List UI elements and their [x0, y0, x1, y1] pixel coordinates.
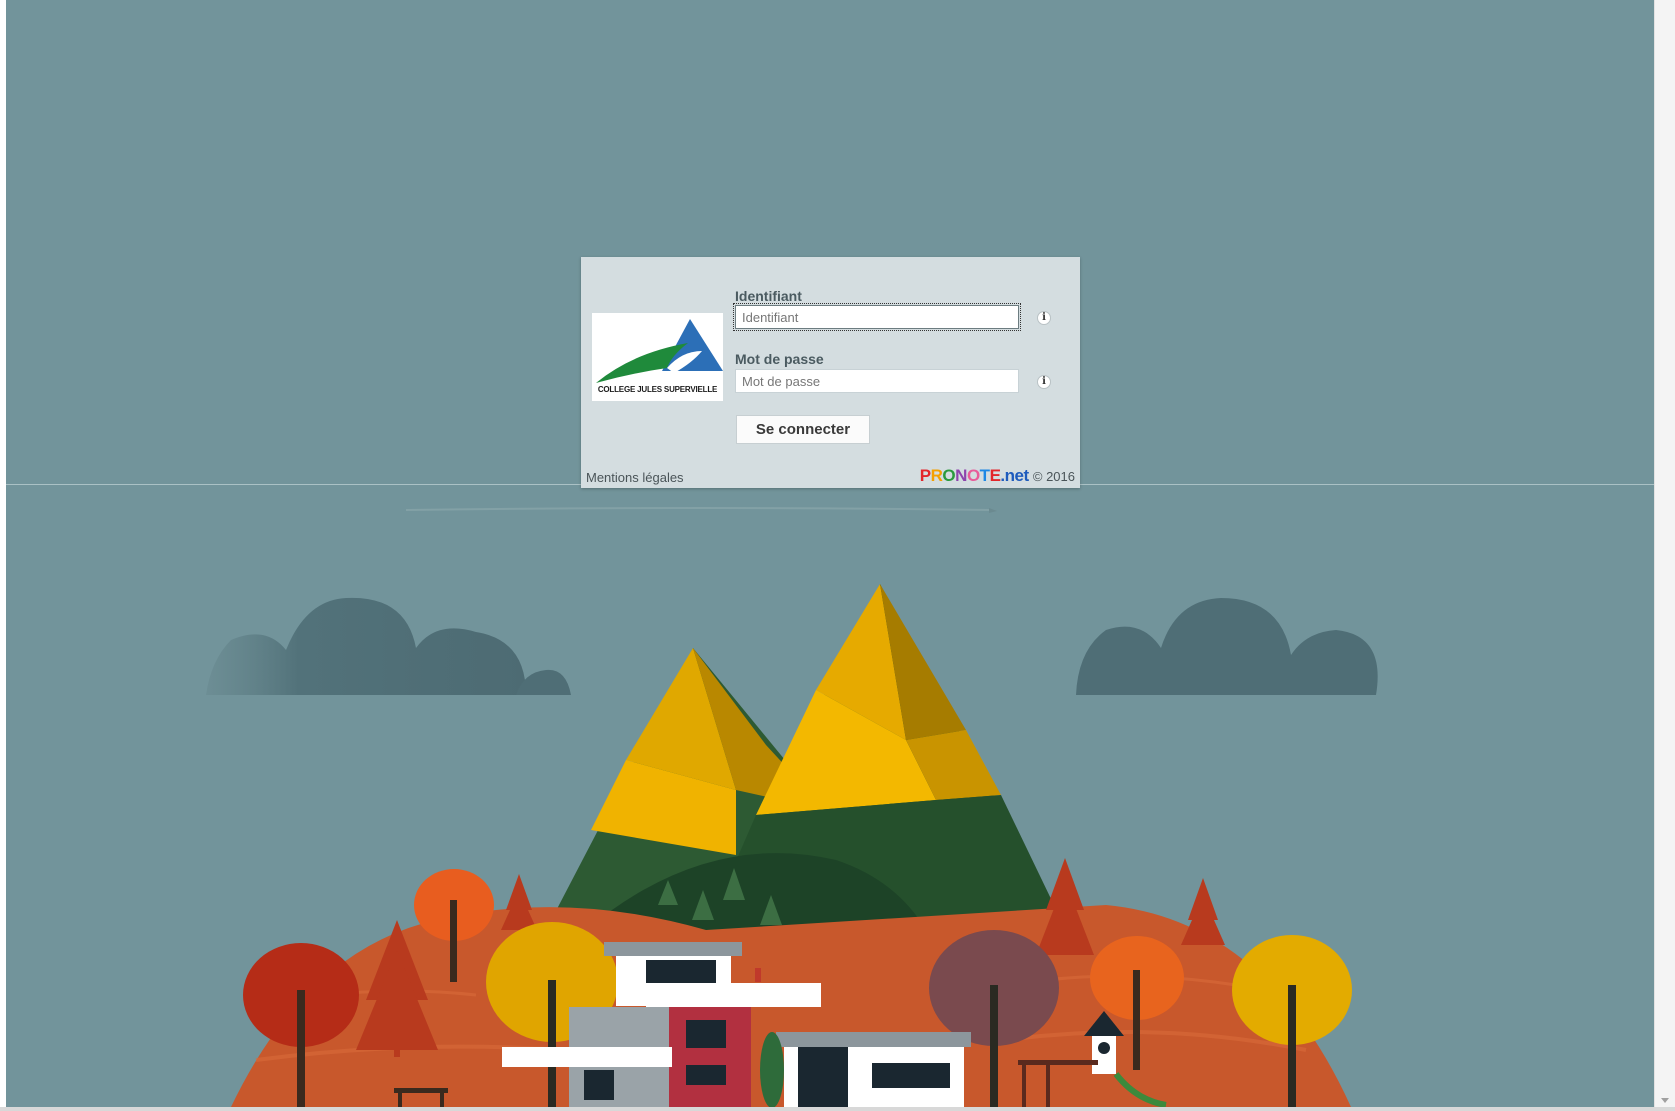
school-name: COLLEGE JULES SUPERVIELLE	[597, 385, 718, 394]
login-panel: COLLEGE JULES SUPERVIELLE Identifiant i …	[581, 257, 1080, 488]
cloud-left	[176, 597, 571, 695]
pronote-logo[interactable]: PRONOTE.net	[920, 466, 1033, 485]
footer-brand: PRONOTE.net © 2016	[920, 466, 1075, 486]
legal-notice-link[interactable]: Mentions légales	[586, 470, 684, 485]
info-icon[interactable]: i	[1037, 311, 1051, 325]
info-icon[interactable]: i	[1037, 375, 1051, 389]
password-input[interactable]	[735, 369, 1019, 393]
copyright-text: © 2016	[1032, 469, 1075, 484]
background-illustration	[6, 0, 1654, 1107]
horizontal-scrollbar[interactable]	[0, 1107, 1675, 1111]
login-button[interactable]: Se connecter	[736, 415, 870, 444]
mountains	[546, 584, 1066, 930]
cloud-right	[1076, 598, 1378, 695]
school-logo: COLLEGE JULES SUPERVIELLE	[592, 313, 723, 401]
scroll-down-icon[interactable]	[1661, 1098, 1669, 1103]
vertical-scrollbar[interactable]	[1654, 0, 1675, 1107]
username-input[interactable]	[733, 303, 1021, 331]
username-label: Identifiant	[735, 288, 802, 304]
password-label: Mot de passe	[735, 351, 824, 367]
autumn-landscape-illustration	[176, 507, 1378, 1107]
